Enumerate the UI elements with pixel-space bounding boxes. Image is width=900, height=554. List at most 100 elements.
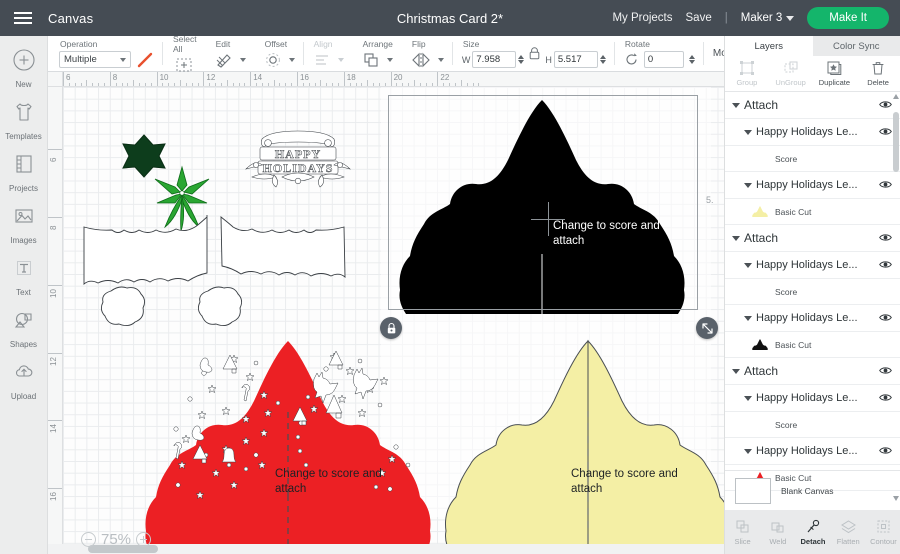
width-field[interactable]: W 7.958	[462, 51, 525, 68]
chevron-down-icon[interactable]	[732, 235, 740, 241]
white-card-panel-right[interactable]	[218, 215, 346, 283]
layer-item[interactable]: Happy Holidays Le...	[725, 252, 900, 279]
horizontal-ruler[interactable]: 6 8 10 12 14 16 18 20 22	[48, 72, 724, 87]
chevron-down-icon[interactable]	[744, 448, 752, 454]
sidebar-item-text[interactable]: Text	[0, 250, 47, 302]
duplicate-button[interactable]: Duplicate	[813, 56, 857, 91]
selection-dimension-label: 5.	[706, 195, 714, 205]
lock-icon[interactable]	[528, 46, 541, 61]
layers-list[interactable]: Attach Happy Holidays Le... Score Happy Hol…	[725, 92, 900, 502]
vertical-ruler[interactable]: 6 8 10 12 14 16	[48, 87, 63, 554]
sidebar-item-new[interactable]: New	[0, 42, 47, 94]
sidebar-item-upload[interactable]: Upload	[0, 354, 47, 406]
height-input[interactable]: 5.517	[553, 51, 598, 68]
layer-item[interactable]: Happy Holidays Le...	[725, 305, 900, 332]
plus-circle-icon[interactable]	[136, 532, 152, 547]
eye-icon[interactable]	[879, 123, 892, 141]
resize-handle-button[interactable]	[696, 317, 718, 339]
layer-group-attach[interactable]: Attach	[725, 225, 900, 252]
layer-type-label: Score	[775, 286, 798, 297]
eye-icon[interactable]	[879, 442, 892, 460]
rotate-stepper[interactable]	[688, 55, 695, 64]
tab-layers[interactable]: Layers	[725, 36, 813, 56]
design-canvas[interactable]: 6 8 10 12 14 16 18 20 22 6 8 10 12 14 16	[48, 72, 724, 554]
stroke-color-swatch[interactable]	[136, 51, 154, 69]
chevron-down-icon[interactable]	[386, 57, 393, 62]
eye-icon[interactable]	[879, 229, 892, 247]
layer-item[interactable]: Happy Holidays Le...	[725, 172, 900, 199]
offset-icon[interactable]	[264, 51, 282, 69]
happy-holidays-title[interactable]: HAPPY HOLIDAYS	[238, 127, 358, 189]
flip-icon[interactable]	[411, 51, 431, 69]
yellow-tree-card[interactable]	[438, 337, 724, 554]
sidebar-item-templates[interactable]: Templates	[0, 94, 47, 146]
canvas-grid[interactable]: HAPPY HOLIDAYS 5. Change to score and at…	[63, 87, 724, 554]
layer-group-attach[interactable]: Attach	[725, 92, 900, 119]
sidebar-item-projects[interactable]: Projects	[0, 146, 47, 198]
chevron-down-icon[interactable]	[288, 57, 295, 62]
hamburger-icon[interactable]	[0, 12, 46, 24]
size-lock-group	[526, 36, 543, 71]
layer-sublayer[interactable]: Score	[725, 279, 900, 305]
sidebar-item-images[interactable]: Images	[0, 198, 47, 250]
sidebar-item-shapes[interactable]: Shapes	[0, 302, 47, 354]
chevron-down-icon[interactable]	[744, 129, 752, 135]
canvas-label[interactable]: Canvas	[48, 11, 93, 26]
layer-item[interactable]: Happy Holidays Le...	[725, 438, 900, 465]
chevron-down-icon[interactable]	[239, 57, 246, 62]
select-all-icon[interactable]	[175, 56, 193, 74]
tab-color-sync[interactable]: Color Sync	[813, 36, 900, 56]
top-bar-actions: My Projects Save | Maker 3 Make It	[612, 7, 900, 29]
scroll-up-icon[interactable]	[893, 92, 899, 100]
chevron-down-icon[interactable]	[744, 315, 752, 321]
arrange-icon[interactable]	[362, 51, 380, 69]
white-blob-left[interactable]	[100, 285, 149, 331]
height-field[interactable]: H 5.517	[545, 51, 606, 68]
layer-sublayer[interactable]: Basic Cut	[725, 199, 900, 225]
ruler-minor-tick	[191, 82, 193, 86]
layer-sublayer[interactable]: Score	[725, 146, 900, 172]
left-sidebar: New Templates Projects Images Text Shape…	[0, 36, 48, 554]
eye-icon[interactable]	[879, 96, 892, 114]
eye-icon[interactable]	[879, 389, 892, 407]
layer-item[interactable]: Happy Holidays Le...	[725, 385, 900, 412]
arrange-group: Arrange	[353, 36, 402, 71]
delete-button[interactable]: Delete	[856, 56, 900, 91]
minus-circle-icon[interactable]	[81, 532, 96, 547]
layer-sublayer[interactable]: Score	[725, 412, 900, 438]
ruler-label: 8	[112, 73, 118, 82]
eye-icon[interactable]	[879, 309, 892, 327]
chevron-down-icon[interactable]	[732, 368, 740, 374]
group-button: Group	[725, 56, 769, 91]
eye-icon[interactable]	[879, 362, 892, 380]
chevron-down-icon[interactable]	[732, 102, 740, 108]
detach-button[interactable]: Detach	[795, 518, 830, 546]
layers-scrollbar-thumb[interactable]	[893, 112, 899, 172]
height-stepper[interactable]	[599, 55, 606, 64]
save-button[interactable]: Save	[686, 12, 712, 24]
red-tree-card[interactable]	[138, 337, 438, 554]
eye-icon[interactable]	[879, 256, 892, 274]
my-projects-link[interactable]: My Projects	[612, 12, 672, 24]
chevron-down-icon[interactable]	[744, 182, 752, 188]
white-blob-right[interactable]	[197, 285, 246, 331]
chevron-down-icon[interactable]	[437, 57, 444, 62]
eye-icon[interactable]	[879, 176, 892, 194]
white-card-panel-left[interactable]	[83, 215, 208, 285]
layer-sublayer[interactable]: Basic Cut	[725, 332, 900, 358]
width-stepper[interactable]	[518, 55, 525, 64]
blank-canvas-row[interactable]: Blank Canvas	[725, 470, 900, 510]
rotate-input[interactable]: 0	[643, 51, 684, 68]
rotate-icon[interactable]	[624, 52, 639, 67]
layer-group-attach[interactable]: Attach	[725, 358, 900, 385]
chevron-down-icon[interactable]	[744, 395, 752, 401]
width-input[interactable]: 7.958	[472, 51, 517, 68]
operation-select[interactable]: Multiple	[59, 51, 131, 68]
make-it-button[interactable]: Make It	[807, 7, 889, 29]
edit-icon[interactable]	[215, 51, 233, 69]
lock-handle-button[interactable]	[380, 317, 402, 339]
machine-selector[interactable]: Maker 3	[741, 12, 795, 24]
layers-scrollbar[interactable]	[893, 92, 899, 502]
chevron-down-icon[interactable]	[744, 262, 752, 268]
layer-item[interactable]: Happy Holidays Le...	[725, 119, 900, 146]
